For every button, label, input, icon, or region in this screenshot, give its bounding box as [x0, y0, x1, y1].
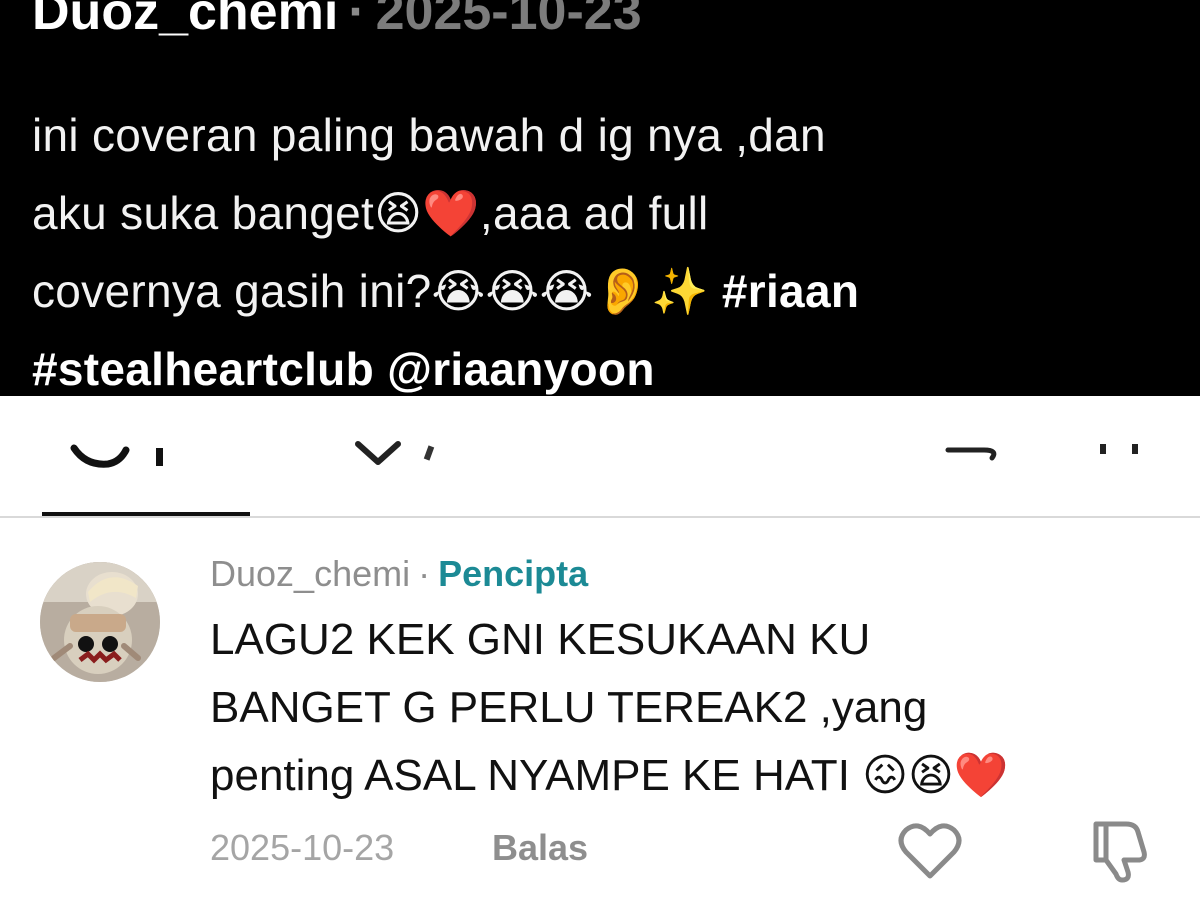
creator-badge: Pencipta	[438, 553, 589, 594]
comment-header-separator: ·	[418, 553, 431, 594]
mention-riaanyoon[interactable]: @riaanyoon	[387, 343, 655, 395]
heart-icon[interactable]	[898, 822, 962, 882]
post-header-separator: ·	[348, 0, 366, 41]
more-icon[interactable]	[1094, 438, 1154, 462]
post-author[interactable]: Duoz_chemi	[32, 0, 338, 41]
comment-text: LAGU2 KEK GNI KESUKAAN KU BANGET G PERLU…	[210, 606, 1170, 810]
comment-author[interactable]: Duoz_chemi	[210, 553, 410, 594]
active-tab-indicator	[42, 512, 250, 516]
post-caption: ini coveran paling bawah d ig nya ,dan a…	[32, 96, 1172, 396]
hashtag-stealheartclub[interactable]: #stealheartclub	[32, 343, 374, 395]
dislike-icon[interactable]	[1086, 818, 1156, 884]
avatar-image	[40, 562, 160, 682]
caption-line-3-text: covernya gasih ini?😭😭😭👂✨	[32, 265, 709, 317]
comment-header: Duoz_chemi · Pencipta	[210, 552, 588, 596]
caption-line-1: ini coveran paling bawah d ig nya ,dan	[32, 109, 826, 161]
hashtag-riaan[interactable]: #riaan	[722, 265, 859, 317]
caption-line-3: covernya gasih ini?😭😭😭👂✨ #riaan	[32, 252, 1172, 330]
comment-tab-bar	[0, 396, 1200, 518]
reply-button[interactable]: Balas	[492, 826, 588, 870]
commenter-avatar[interactable]	[40, 562, 160, 682]
share-icon[interactable]	[944, 436, 1004, 466]
chevron-down-icon[interactable]	[352, 436, 442, 470]
caption-line-4: #stealheartclub @riaanyoon	[32, 330, 1172, 396]
post-date: 2025-10-23	[375, 0, 642, 41]
post-caption-panel: Duoz_chemi · 2025-10-23 ini coveran paling…	[0, 0, 1200, 396]
comment-icon[interactable]	[68, 426, 168, 470]
caption-line-2: aku suka banget😫❤️,aaa ad full	[32, 187, 709, 239]
comment-line-1: LAGU2 KEK GNI KESUKAAN KU	[210, 615, 871, 664]
post-header: Duoz_chemi · 2025-10-23	[32, 0, 642, 42]
comment-date: 2025-10-23	[210, 827, 395, 868]
comment-line-3: penting ASAL NYAMPE KE HATI 😖😫❤️	[210, 751, 1009, 800]
comment-line-2: BANGET G PERLU TEREAK2 ,yang	[210, 683, 928, 732]
